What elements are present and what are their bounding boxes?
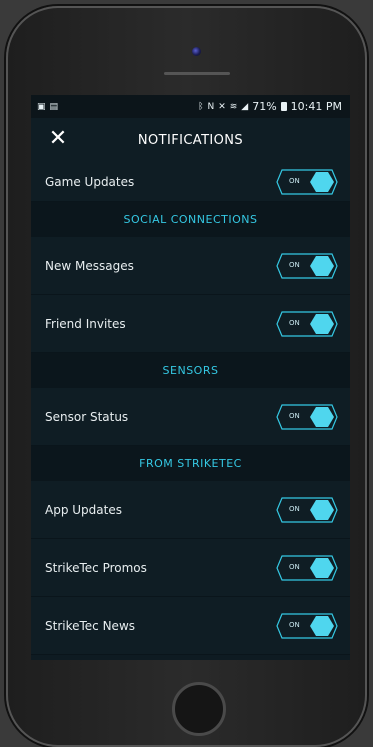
nfc-icon: N bbox=[207, 101, 215, 112]
setting-row-sensor-status: Sensor Status ON bbox=[31, 388, 350, 446]
setting-label: New Messages bbox=[45, 258, 134, 273]
battery-percent: 71% bbox=[252, 100, 277, 113]
close-icon[interactable]: ✕ bbox=[46, 127, 70, 151]
setting-row-striketec-promos: StrikeTec Promos ON bbox=[31, 539, 350, 597]
setting-row-new-messages: New Messages ON bbox=[31, 237, 350, 295]
setting-row-game-updates: Game Updates ON bbox=[31, 163, 350, 202]
signal-icon: ◢ bbox=[241, 101, 249, 112]
page-title: NOTIFICATIONS bbox=[137, 133, 244, 148]
toggle-switch[interactable]: ON bbox=[276, 310, 338, 337]
app-screen: ▣ ▤ ᛒ N ✕ ≋ ◢ 71% 10:41 PM ✕ NOTIFICATIO… bbox=[31, 95, 350, 660]
header-bar: ✕ NOTIFICATIONS bbox=[31, 118, 350, 163]
bluetooth-icon: ᛒ bbox=[198, 101, 204, 112]
setting-row-friend-invites: Friend Invites ON bbox=[31, 295, 350, 353]
setting-label: StrikeTec News bbox=[45, 618, 136, 633]
section-header-sensors: SENSORS bbox=[31, 353, 350, 388]
battery-icon bbox=[280, 102, 287, 111]
toggle-switch[interactable]: ON bbox=[276, 612, 338, 639]
document-icon: ▤ bbox=[49, 101, 59, 112]
setting-label: Friend Invites bbox=[45, 316, 126, 331]
setting-row-app-updates: App Updates ON bbox=[31, 481, 350, 539]
setting-label: App Updates bbox=[45, 502, 122, 517]
setting-label: StrikeTec Promos bbox=[45, 560, 147, 575]
toggle-switch[interactable]: ON bbox=[276, 496, 338, 523]
toggle-switch[interactable]: ON bbox=[276, 554, 338, 581]
clock: 10:41 PM bbox=[290, 100, 342, 113]
section-header-social: SOCIAL CONNECTIONS bbox=[31, 202, 350, 237]
status-bar: ▣ ▤ ᛒ N ✕ ≋ ◢ 71% 10:41 PM bbox=[31, 95, 350, 118]
home-button[interactable] bbox=[172, 682, 226, 736]
mute-icon: ✕ bbox=[218, 101, 226, 112]
setting-label: Sensor Status bbox=[45, 409, 129, 424]
section-header-from-striketec: FROM STRIKETEC bbox=[31, 446, 350, 481]
toggle-switch[interactable]: ON bbox=[276, 403, 338, 430]
earpiece-speaker bbox=[164, 72, 230, 75]
wifi-icon: ≋ bbox=[229, 101, 238, 112]
toggle-switch[interactable]: ON bbox=[276, 252, 338, 279]
image-icon: ▣ bbox=[37, 101, 46, 112]
toggle-switch[interactable]: ON bbox=[276, 169, 338, 195]
front-camera bbox=[192, 47, 201, 56]
setting-label: Game Updates bbox=[45, 175, 135, 189]
setting-row-striketec-news: StrikeTec News ON bbox=[31, 597, 350, 655]
